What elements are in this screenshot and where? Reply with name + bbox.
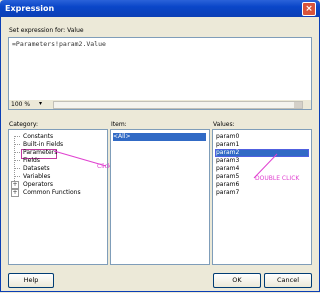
expression-text[interactable]: =Parameters!param2.Value [12, 40, 106, 48]
item-list[interactable]: <All> [110, 129, 210, 265]
item-all[interactable]: <All> [113, 133, 206, 141]
title-bar: Expression × [0, 0, 320, 17]
tree-line [14, 160, 20, 161]
category-item-constants[interactable]: Constants [23, 133, 53, 140]
double-click-annotation: DOUBLE CLICK [255, 175, 300, 182]
ok-button[interactable]: OK [213, 273, 261, 288]
category-label: Category: [9, 121, 38, 128]
values-label: Values: [213, 121, 235, 128]
chevron-down-icon[interactable]: ▾ [39, 100, 42, 107]
expand-icon[interactable]: + [11, 181, 19, 189]
expression-editor[interactable]: =Parameters!param2.Value [8, 37, 312, 101]
close-icon[interactable]: × [302, 2, 316, 16]
value-item-param0[interactable]: param0 [216, 133, 239, 140]
tree-line [14, 168, 20, 169]
window-title: Expression [5, 4, 55, 13]
category-item-built-in-fields[interactable]: Built-in Fields [23, 141, 63, 148]
category-item-operators[interactable]: Operators [23, 181, 53, 188]
cancel-button[interactable]: Cancel [264, 273, 312, 288]
scroll-right-button[interactable] [294, 102, 302, 108]
category-item-fields[interactable]: Fields [23, 157, 40, 164]
tree-line [14, 144, 20, 145]
value-item-param1[interactable]: param1 [216, 141, 239, 148]
double-click-arrow-annotation [253, 153, 278, 179]
tree-line [14, 152, 20, 153]
item-label: Item: [111, 121, 127, 128]
help-button[interactable]: Help [8, 273, 54, 288]
expression-status-bar: 100 % ▾ [8, 100, 312, 110]
expand-icon[interactable]: + [11, 189, 19, 197]
expression-label: Set expression for: Value [9, 27, 84, 34]
tree-line [14, 136, 20, 137]
horizontal-scrollbar[interactable] [53, 101, 303, 109]
zoom-level[interactable]: 100 % [11, 101, 30, 108]
value-item-param7[interactable]: param7 [216, 189, 239, 196]
category-item-common-functions[interactable]: Common Functions [23, 189, 81, 196]
tree-line [14, 176, 20, 177]
